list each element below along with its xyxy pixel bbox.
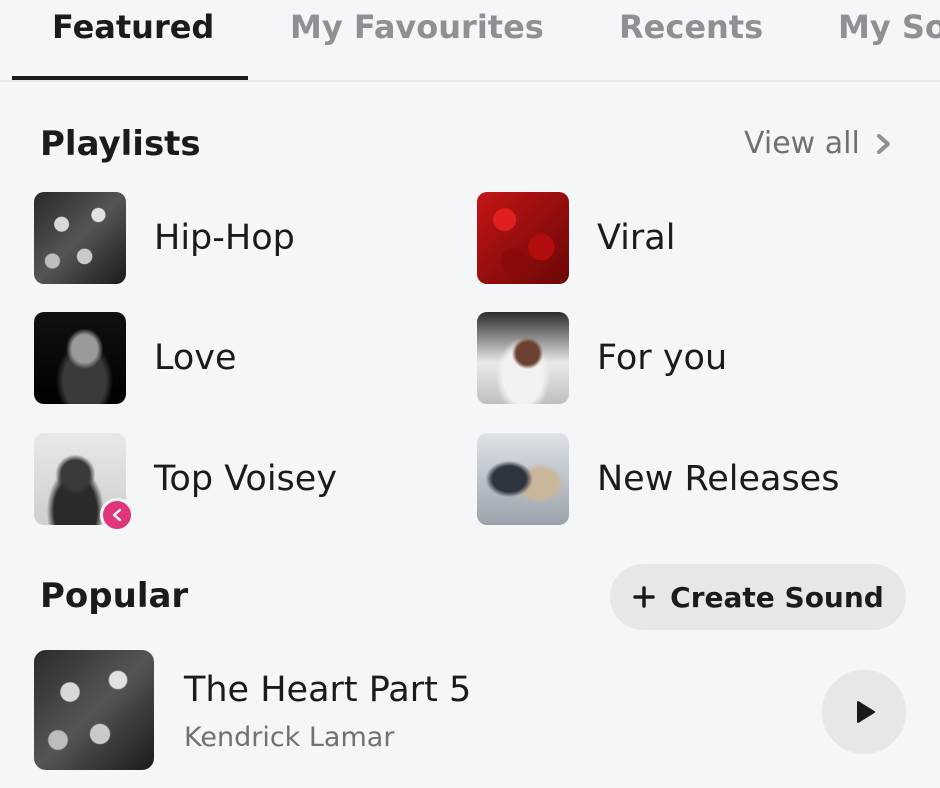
view-all-label: View all (744, 126, 860, 161)
playlists-heading: Playlists (40, 124, 201, 164)
tab-my-favourites[interactable]: My Favourites (290, 8, 544, 46)
playlist-item-for-you[interactable]: For you (477, 312, 727, 404)
playlist-cover-image (477, 312, 569, 404)
create-sound-label: Create Sound (670, 580, 884, 614)
track-cover-image (34, 650, 154, 770)
playlist-cover-image (477, 192, 569, 284)
tab-divider (0, 80, 940, 82)
playlist-item-new-releases[interactable]: New Releases (477, 433, 839, 525)
playlist-label: Viral (597, 218, 676, 258)
playlist-item-hip-hop[interactable]: Hip-Hop (34, 192, 295, 284)
playlist-cover-image (34, 192, 126, 284)
tab-recents[interactable]: Recents (619, 8, 763, 46)
track-artist: Kendrick Lamar (184, 722, 395, 753)
create-sound-button[interactable]: Create Sound (610, 564, 906, 630)
plus-icon (633, 586, 655, 608)
playlist-cover-image (477, 433, 569, 525)
tab-my-sounds[interactable]: My So (838, 8, 940, 46)
playlist-label: Top Voisey (154, 459, 338, 499)
playlist-item-love[interactable]: Love (34, 312, 237, 404)
playlist-item-top-voisey[interactable]: Top Voisey (34, 433, 337, 525)
view-all-link[interactable]: View all (744, 126, 894, 161)
tab-featured[interactable]: Featured (52, 8, 214, 46)
voisey-badge-icon (100, 498, 134, 532)
track-title: The Heart Part 5 (184, 670, 472, 710)
playlist-label: New Releases (597, 459, 840, 499)
track-row[interactable]: The Heart Part 5 Kendrick Lamar (34, 650, 914, 772)
playlist-label: Love (154, 338, 237, 378)
play-button[interactable] (822, 670, 906, 754)
playlist-label: For you (597, 338, 728, 378)
playlist-cover-image (34, 312, 126, 404)
share-icon (112, 508, 122, 522)
tab-bar: Featured My Favourites Recents My So (0, 0, 940, 82)
play-icon (857, 701, 875, 723)
playlist-item-viral[interactable]: Viral (477, 192, 675, 284)
popular-heading: Popular (40, 576, 189, 616)
chevron-right-icon (876, 133, 890, 154)
playlist-label: Hip-Hop (154, 218, 295, 258)
